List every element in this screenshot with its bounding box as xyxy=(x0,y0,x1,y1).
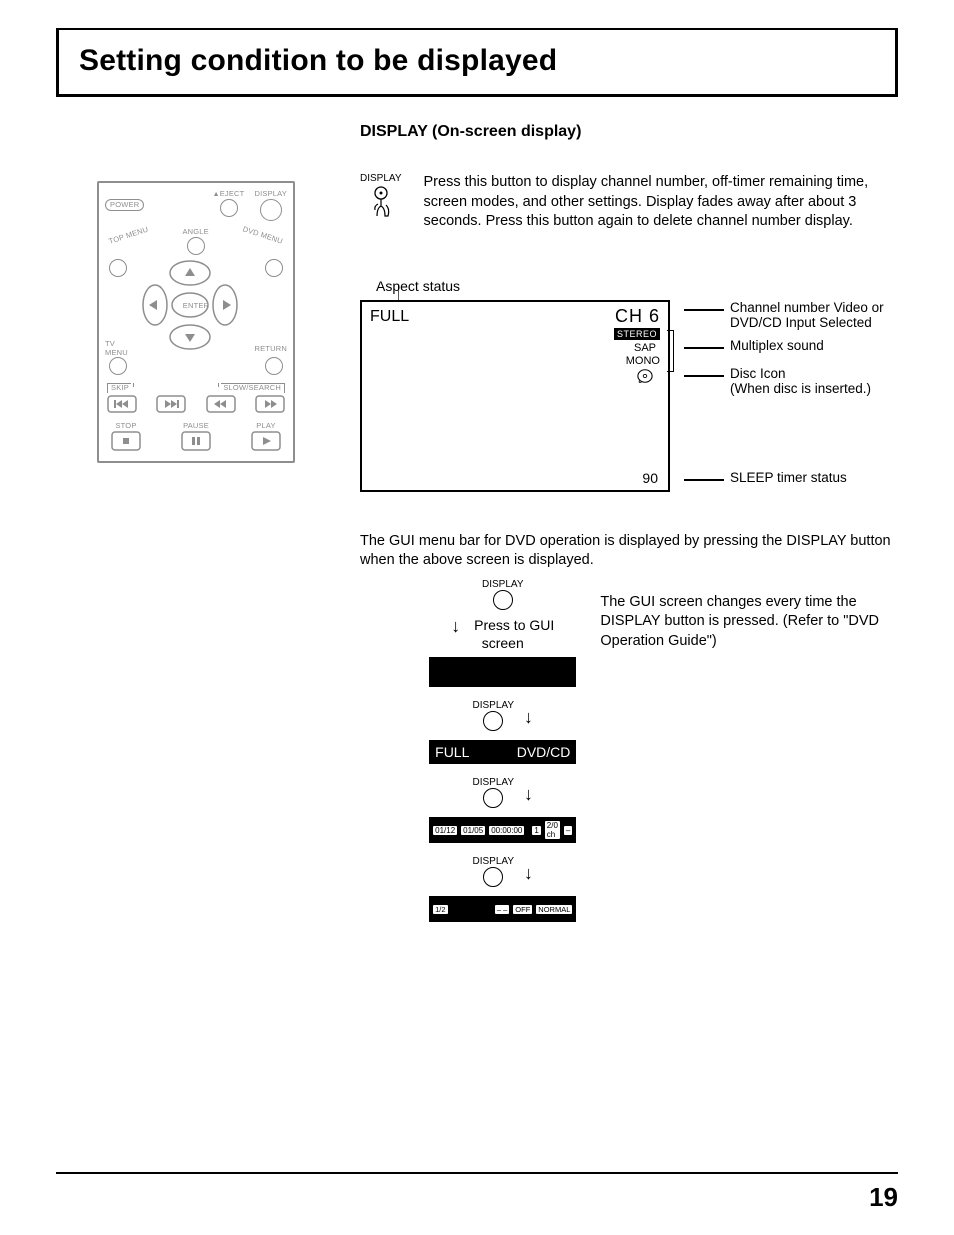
osd-sleep-value: 90 xyxy=(642,470,658,486)
mid-paragraph: The GUI menu bar for DVD operation is di… xyxy=(360,532,898,571)
enter-button[interactable]: ENTER xyxy=(183,301,209,310)
stop-button[interactable] xyxy=(111,431,141,451)
gui-info-e: 2/0 ch xyxy=(545,821,560,839)
osd-sap: SAP xyxy=(634,342,656,354)
gui-info-a: 01/12 xyxy=(433,826,457,835)
osd-mono: MONO xyxy=(626,355,660,367)
gui-bar-dvdcd: DVD/CD xyxy=(517,744,571,760)
skip-next-button[interactable] xyxy=(156,395,186,413)
gui-bottom-c: NORMAL xyxy=(536,905,572,914)
eject-label: ▲EJECT xyxy=(213,189,245,198)
osd-callouts: Channel number Video or DVD/CD Input Sel… xyxy=(686,300,898,492)
gui-info-bar-2: 1/2 – – OFF NORMAL xyxy=(429,896,576,922)
callout-sleep: SLEEP timer status xyxy=(730,470,847,485)
pause-label: PAUSE xyxy=(183,421,209,430)
display-label: DISPLAY xyxy=(254,189,287,198)
tv-label: TV xyxy=(105,339,128,348)
pause-button[interactable] xyxy=(181,431,211,451)
skip-prev-button[interactable] xyxy=(107,395,137,413)
gui-bottom-b: OFF xyxy=(513,905,532,914)
gui-bottom-a: 1/2 xyxy=(433,905,447,914)
gui-display-label-3: DISPLAY xyxy=(473,777,515,788)
footer-rule xyxy=(56,1172,898,1174)
gui-bar-blank xyxy=(429,657,576,687)
press-to-gui-label: Press to GUI screen xyxy=(474,617,554,651)
skip-label: SKIP xyxy=(111,383,129,392)
press-hand-icon xyxy=(366,186,396,226)
osd-full: FULL xyxy=(370,308,409,326)
down-arrow-icon: ↓ xyxy=(451,617,460,635)
gui-display-label-1: DISPLAY xyxy=(429,579,576,590)
title-box: Setting condition to be displayed xyxy=(56,30,898,97)
return-button[interactable] xyxy=(265,357,283,375)
gui-bar-full-dvdcd: FULL DVD/CD xyxy=(429,740,576,764)
dvd-menu-label: DVD MENU xyxy=(242,224,284,245)
angle-button[interactable] xyxy=(187,237,205,255)
tv-menu-button[interactable] xyxy=(109,357,127,375)
gui-display-button-4[interactable] xyxy=(483,867,503,887)
gui-flow-diagram: DISPLAY ↓ Press to GUI screen DISPLAY xyxy=(429,579,576,922)
intro-paragraph: Press this button to display channel num… xyxy=(424,173,899,232)
down-arrow-icon: ↓ xyxy=(524,864,533,882)
remote-control-diagram: POWER ▲EJECT DISPLAY xyxy=(97,181,295,463)
display-icon-label: DISPLAY xyxy=(360,173,402,184)
gui-display-label-2: DISPLAY xyxy=(473,700,515,711)
gui-info-c: 00:00:00 xyxy=(489,826,524,835)
slow-search-label: SLOW/SEARCH xyxy=(223,383,281,392)
osd-stereo: STEREO xyxy=(614,328,660,340)
disc-icon xyxy=(636,368,654,384)
eject-button[interactable] xyxy=(220,199,238,217)
play-label: PLAY xyxy=(256,421,275,430)
top-menu-label: TOP MENU xyxy=(108,224,150,245)
return-label: RETURN xyxy=(255,344,287,353)
manual-page: Setting condition to be displayed POWER … xyxy=(0,0,954,1235)
osd-channel: CH 6 xyxy=(615,306,660,327)
page-title: Setting condition to be displayed xyxy=(79,44,875,78)
callout-disc: Disc Icon (When disc is inserted.) xyxy=(730,366,871,396)
page-number: 19 xyxy=(56,1182,898,1213)
gui-side-text: The GUI screen changes every time the DI… xyxy=(600,579,898,652)
page-footer: 19 xyxy=(56,1172,898,1213)
gui-bar-full: FULL xyxy=(435,744,469,760)
remote-column: POWER ▲EJECT DISPLAY xyxy=(56,123,336,463)
menu-label: MENU xyxy=(105,348,128,357)
gui-info-dash: – xyxy=(564,826,572,835)
down-arrow-icon: ↓ xyxy=(524,708,533,726)
gui-display-label-4: DISPLAY xyxy=(473,856,515,867)
gui-info-bar-1: 01/12 01/05 00:00:00 1 2/0 ch – xyxy=(429,817,576,843)
aspect-status-label: Aspect status xyxy=(376,278,898,294)
gui-display-button-2[interactable] xyxy=(483,711,503,731)
display-button[interactable] xyxy=(260,199,282,221)
gui-info-b: 01/05 xyxy=(461,826,485,835)
down-arrow-icon: ↓ xyxy=(524,785,533,803)
stop-label: STOP xyxy=(115,421,136,430)
power-button[interactable]: POWER xyxy=(105,199,144,211)
content-column: DISPLAY (On-screen display) DISPLAY P xyxy=(360,123,898,922)
gui-bottom-dash: – – xyxy=(495,905,509,914)
osd-screen: FULL CH 6 STEREO SAP MONO 90 xyxy=(360,300,670,492)
multiplex-bracket xyxy=(667,330,674,372)
osd-diagram: FULL CH 6 STEREO SAP MONO 90 xyxy=(360,300,898,492)
section-heading: DISPLAY (On-screen display) xyxy=(360,123,898,141)
gui-info-d: 1 xyxy=(532,826,540,835)
display-press-icon: DISPLAY xyxy=(360,173,402,232)
callout-channel: Channel number Video or DVD/CD Input Sel… xyxy=(730,300,898,330)
gui-display-button-3[interactable] xyxy=(483,788,503,808)
callout-multiplex: Multiplex sound xyxy=(730,338,824,353)
angle-label: ANGLE xyxy=(182,227,208,236)
slow-fwd-button[interactable] xyxy=(255,395,285,413)
play-button[interactable] xyxy=(251,431,281,451)
slow-rev-button[interactable] xyxy=(206,395,236,413)
gui-display-button-1[interactable] xyxy=(493,590,513,610)
